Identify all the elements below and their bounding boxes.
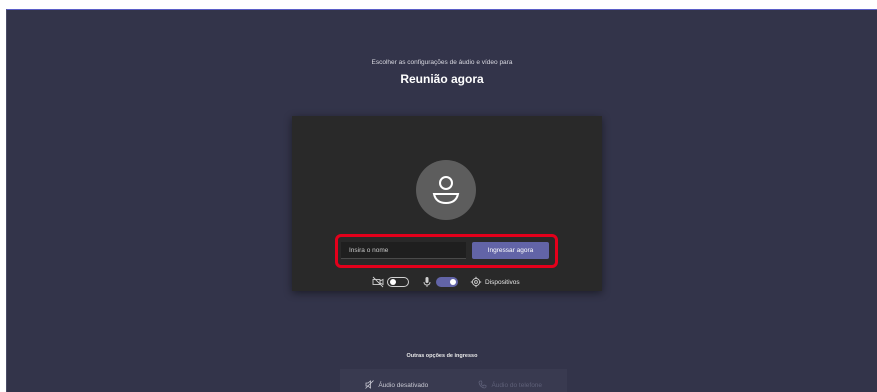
speaker-off-icon <box>365 380 375 391</box>
av-controls: Dispositivos <box>372 275 520 289</box>
other-join-options: Áudio desativado Áudio do telefone <box>340 369 567 392</box>
devices-button[interactable]: Dispositivos <box>485 279 520 286</box>
microphone-icon <box>421 276 433 288</box>
audio-off-label: Áudio desativado <box>378 382 429 389</box>
meeting-prejoin-window: Escolher as configurações de áudio e víd… <box>6 9 877 392</box>
page-title: Reunião agora <box>400 72 484 86</box>
microphone-toggle[interactable] <box>436 277 458 287</box>
page-subtitle: Escolher as configurações de áudio e víd… <box>371 59 513 66</box>
audio-off-option[interactable]: Áudio desativado <box>340 369 454 392</box>
avatar <box>416 160 476 220</box>
phone-icon <box>478 380 487 391</box>
phone-audio-option[interactable]: Áudio do telefone <box>454 369 568 392</box>
video-preview: Ingressar agora <box>292 116 602 291</box>
person-icon <box>432 176 460 205</box>
camera-toggle[interactable] <box>387 277 409 287</box>
gear-icon[interactable] <box>470 276 482 288</box>
camera-off-icon <box>372 276 384 288</box>
join-now-button[interactable]: Ingressar agora <box>472 242 549 259</box>
other-join-options-heading: Outras opções de ingresso <box>406 353 478 359</box>
phone-audio-label: Áudio do telefone <box>491 382 543 389</box>
join-row: Ingressar agora <box>341 240 556 266</box>
name-input[interactable] <box>341 242 466 259</box>
